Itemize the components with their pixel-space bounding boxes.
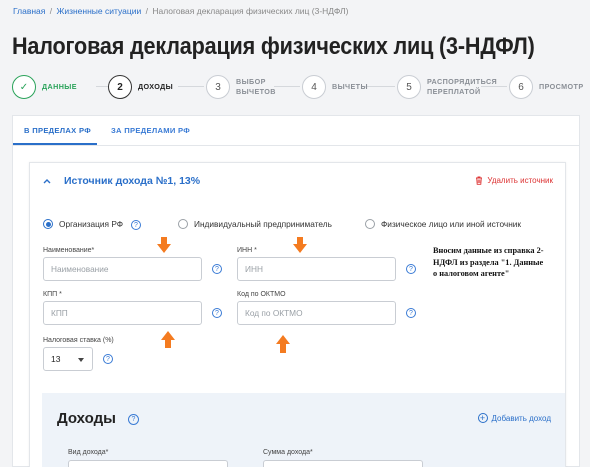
step-overpayment[interactable]: 5 Распорядиться переплатой [397,73,497,101]
step-label: Просмотр [539,82,584,92]
name-label: Наименование* [43,247,95,254]
help-icon[interactable]: ? [212,308,222,318]
plus-circle-icon: + [477,413,488,423]
annotation-note: Вносим данные из справка 2-НДФЛ из разде… [433,246,544,279]
kpp-input[interactable] [43,301,202,325]
tab-bar: В ПРЕДЕЛАХ РФ ЗА ПРЕДЕЛАМИ РФ [13,116,579,146]
tax-rate-value: 13 [51,354,61,364]
radio-button[interactable] [365,219,375,229]
breadcrumb-section-link[interactable]: Жизненные ситуации [56,6,141,16]
step-label-line: вычетов [236,87,276,96]
step-connector [178,86,204,87]
inn-label: ИНН * [237,247,257,254]
step-label: Распорядиться переплатой [427,77,497,96]
delete-source-button[interactable]: Удалить источник [475,176,553,185]
radio-label: Организация РФ [59,219,124,229]
income-source-title: Источник дохода №1, 13% [64,175,201,187]
incomes-section: Доходы ? + Добавить доход Вид дохода* Су… [42,393,565,467]
radio-button[interactable] [43,219,53,229]
orange-arrow-down-icon [293,237,307,253]
active-tab-indicator [13,143,97,145]
name-input[interactable] [43,257,202,281]
stepper: ✓ Данные 2 Доходы 3 Выбор вычетов 4 Выче… [12,73,590,103]
add-income-button[interactable]: + Добавить доход [477,413,551,423]
radio-label: Физическое лицо или иной источник [381,219,522,229]
inn-input[interactable] [237,257,396,281]
tab-outside-russia[interactable]: ЗА ПРЕДЕЛАМИ РФ [111,126,190,135]
step-number: 6 [509,75,533,99]
help-icon[interactable]: ? [128,414,139,425]
page: Главная / Жизненные ситуации / Налоговая… [0,0,590,467]
oktmo-input[interactable] [237,301,396,325]
radio-button[interactable] [178,219,188,229]
help-icon[interactable]: ? [406,264,416,274]
step-label-line: переплатой [427,87,481,96]
step-number: 5 [397,75,421,99]
help-icon[interactable]: ? [131,220,141,230]
step-number: 3 [206,75,230,99]
radio-individual-entrepreneur[interactable]: Индивидуальный предприниматель [178,219,332,229]
step-number: 4 [302,75,326,99]
help-icon[interactable]: ? [406,308,416,318]
step-data[interactable]: ✓ Данные [12,73,77,101]
incomes-title: Доходы [57,410,116,427]
check-icon: ✓ [12,75,36,99]
breadcrumb-home-link[interactable]: Главная [13,6,45,16]
orange-arrow-down-icon [157,237,171,253]
delete-source-label: Удалить источник [487,176,553,185]
help-icon[interactable]: ? [212,264,222,274]
oktmo-label: Код по ОКТМО [237,291,286,298]
page-title: Налоговая декларация физических лиц (3-Н… [12,33,535,60]
step-label: Выбор вычетов [236,77,276,96]
kpp-label: КПП * [43,291,62,298]
radio-individual-or-other[interactable]: Физическое лицо или иной источник [365,219,521,229]
trash-icon [476,176,483,185]
step-label-line: Выбор [236,77,266,87]
income-source-header[interactable]: Источник дохода №1, 13% Удалить источник [30,163,565,199]
step-income[interactable]: 2 Доходы [108,73,173,101]
caret-down-icon [78,358,84,362]
radio-org-rf[interactable]: Организация РФ [43,219,123,229]
step-connector [364,86,395,87]
chevron-up-icon[interactable] [43,176,51,186]
step-number: 2 [108,75,132,99]
help-icon[interactable]: ? [103,354,113,364]
tab-in-russia[interactable]: В ПРЕДЕЛАХ РФ [24,126,91,135]
step-label: Вычеты [332,82,368,92]
step-connector [274,86,300,87]
income-type-label: Вид дохода* [68,449,109,456]
step-label: Данные [42,82,77,92]
radio-label: Индивидуальный предприниматель [194,219,332,229]
step-preview[interactable]: 6 Просмотр [509,73,584,101]
orange-arrow-up-icon [276,335,290,353]
breadcrumb-separator: / [145,6,148,16]
step-label: Доходы [138,82,174,92]
income-card: В ПРЕДЕЛАХ РФ ЗА ПРЕДЕЛАМИ РФ Источник д… [12,115,580,467]
tax-rate-label: Налоговая ставка (%) [43,337,114,344]
add-income-label: Добавить доход [491,413,551,423]
step-label-line: Распорядиться [427,77,498,87]
breadcrumb-separator: / [49,6,53,16]
income-amount-input[interactable] [263,460,423,467]
step-select-deductions[interactable]: 3 Выбор вычетов [206,73,276,101]
step-deductions[interactable]: 4 Вычеты [302,73,368,101]
breadcrumb-current: Налоговая декларация физических лиц (3-Н… [152,6,349,16]
orange-arrow-up-icon [161,331,175,348]
income-type-select[interactable] [68,460,228,467]
tax-rate-select[interactable]: 13 [43,347,93,371]
breadcrumb: Главная / Жизненные ситуации / Налоговая… [13,6,348,16]
income-amount-label: Сумма дохода* [263,449,313,456]
income-source-panel: Источник дохода №1, 13% Удалить источник… [29,162,566,467]
